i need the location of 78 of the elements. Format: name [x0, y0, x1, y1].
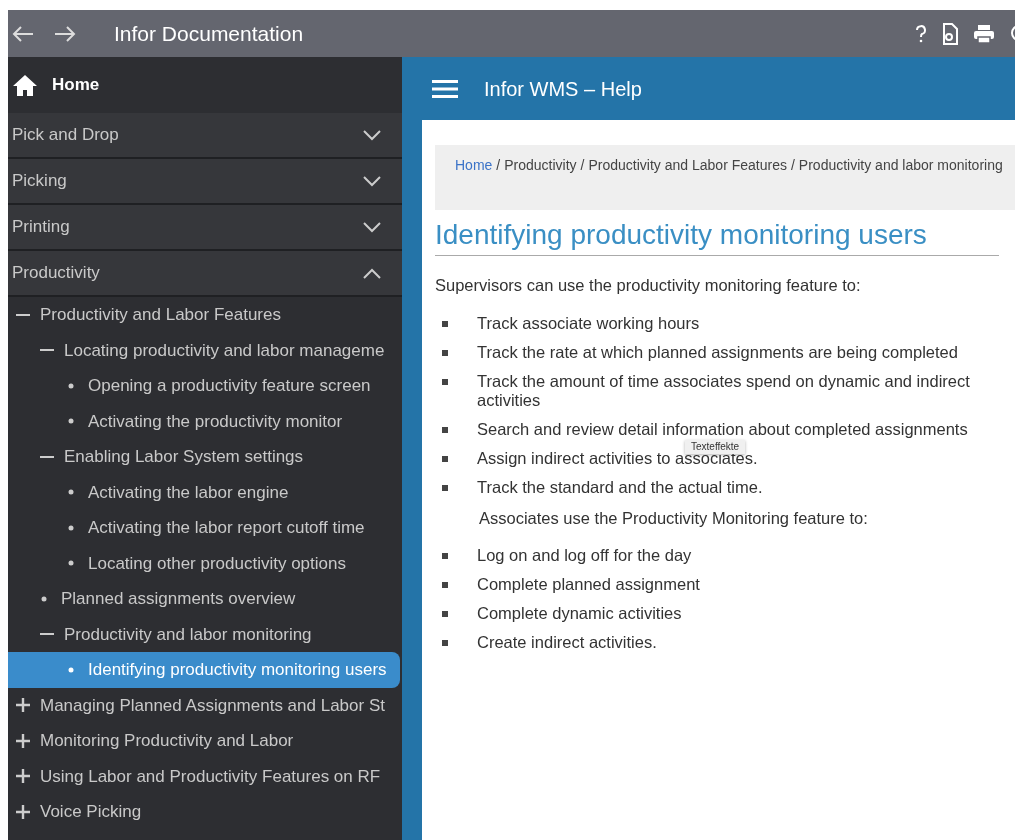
page-title: Identifying productivity monitoring users: [435, 218, 999, 256]
collapse-icon[interactable]: [40, 455, 54, 458]
window-title: Infor Documentation: [114, 20, 304, 47]
paragraph: Supervisors can use the productivity monitoring feature to:: [435, 275, 861, 295]
home-icon[interactable]: [12, 73, 38, 97]
expand-icon[interactable]: [16, 698, 30, 713]
list-item: Log on and log off for the day: [477, 545, 693, 565]
bullet-icon: [68, 560, 74, 567]
breadcrumb-item: Productivity and Labor Features: [588, 157, 787, 173]
bullet-icon: [442, 426, 448, 433]
breadcrumb-separator: /: [580, 157, 585, 173]
bullet-icon: [442, 610, 448, 617]
tree-item[interactable]: Productivity and labor monitoring: [8, 616, 400, 652]
chevron-icon: [362, 221, 382, 233]
forward-icon[interactable]: [54, 24, 76, 43]
collapse-icon[interactable]: [16, 313, 30, 316]
tooltip: Texteffekte: [685, 439, 746, 454]
bullet-icon: [68, 666, 74, 673]
tree-item[interactable]: Planned assignments overview: [8, 581, 400, 617]
help-icon[interactable]: [915, 23, 927, 44]
expand-icon[interactable]: [16, 769, 30, 784]
breadcrumb-item: Productivity: [504, 157, 577, 173]
tree-item[interactable]: Voice Picking: [8, 794, 400, 830]
back-icon[interactable]: [12, 24, 34, 43]
list-item: Track the amount of time associates spend on dynamic and indirect activities: [477, 371, 971, 410]
breadcrumb-separator: /: [496, 157, 501, 173]
breadcrumb-separator: /: [790, 157, 795, 173]
tree-item[interactable]: Using Labor and Productivity Features on RF: [8, 758, 400, 794]
tree-item[interactable]: Productivity and Labor Features: [8, 297, 400, 333]
bullet-icon: [442, 320, 448, 327]
list-item: Create indirect activities.: [477, 632, 658, 652]
bullet-icon: [68, 382, 74, 389]
tree-item[interactable]: Managing Planned Assignments and Labor St: [8, 687, 400, 723]
bullet-icon: [68, 489, 74, 496]
list-item: Track the standard and the actual time.: [477, 477, 764, 497]
collapse-icon[interactable]: [40, 349, 54, 352]
bullet-icon: [442, 378, 448, 385]
header-title: Infor WMS – Help: [484, 76, 642, 102]
bullet-icon: [442, 484, 448, 491]
list-item: Search and review detail information about completed assignments: [477, 419, 969, 439]
list-item: Complete dynamic activities: [477, 603, 683, 623]
bullet-icon: [68, 418, 74, 425]
breadcrumb-link[interactable]: Home: [455, 157, 493, 173]
tree-item[interactable]: Locating productivity and labor manageme: [8, 332, 400, 368]
tree-item[interactable]: Activating the labor report cutoff time: [8, 510, 400, 546]
expand-icon[interactable]: [16, 804, 30, 819]
nav-section[interactable]: Picking: [8, 159, 402, 205]
chevron-icon: [362, 175, 382, 187]
tree-item[interactable]: Monitoring Productivity and Labor: [8, 723, 400, 759]
tree-item[interactable]: Enabling Labor System settings: [8, 439, 400, 475]
tree-item[interactable]: Activating the labor engine: [8, 474, 400, 510]
bullet-icon: [442, 349, 448, 356]
menu-icon[interactable]: [432, 79, 458, 98]
tree-item[interactable]: Activating the productivity monitor: [8, 403, 400, 439]
tree-item[interactable]: Identifying productivity monitoring users: [8, 652, 400, 688]
paragraph: Associates use the Productivity Monitoring feature to:: [479, 508, 868, 528]
chevron-icon: [362, 129, 382, 141]
nav-section[interactable]: Pick and Drop: [8, 113, 402, 159]
bullet-icon: [41, 595, 47, 602]
bullet-icon: [68, 524, 74, 531]
tree-item[interactable]: Opening a productivity feature screen: [8, 368, 400, 404]
tree-item[interactable]: Locating other productivity options: [8, 545, 400, 581]
document-icon[interactable]: [941, 22, 959, 45]
home-link[interactable]: Home: [52, 72, 100, 98]
expand-icon[interactable]: [16, 733, 30, 748]
breadcrumb-item: Productivity and labor monitoring: [798, 157, 1003, 173]
nav-section[interactable]: Printing: [8, 205, 402, 251]
print-icon[interactable]: [973, 23, 995, 44]
bullet-icon: [442, 581, 448, 588]
bullet-icon: [442, 552, 448, 559]
collapse-icon[interactable]: [40, 633, 54, 636]
chevron-icon: [362, 267, 382, 279]
list-item: Track associate working hours: [477, 313, 701, 333]
bullet-icon: [442, 639, 448, 646]
list-item: Complete planned assignment: [477, 574, 701, 594]
nav-section[interactable]: Productivity: [8, 251, 402, 297]
list-item: Track the rate at which planned assignments are being completed: [477, 342, 959, 362]
bullet-icon: [442, 455, 448, 462]
